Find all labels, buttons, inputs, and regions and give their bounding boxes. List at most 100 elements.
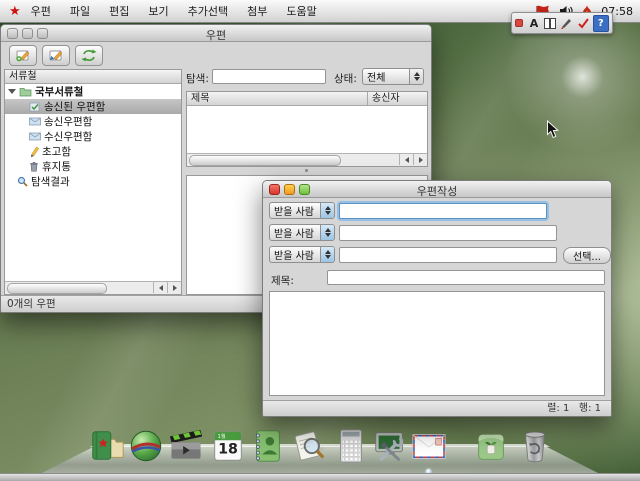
column-position: 렬: 1 <box>547 403 569 414</box>
menu-options[interactable]: 추가선택 <box>188 3 228 19</box>
mail-icon <box>410 426 448 466</box>
message-body-textarea[interactable] <box>269 291 605 396</box>
pen-check-icon <box>577 17 590 29</box>
recipient-type-dropdown-1[interactable]: 받을 사람 <box>269 202 335 219</box>
recipient-type-label: 받을 사람 <box>270 225 320 240</box>
status-filter-label: 상태: <box>334 71 357 86</box>
ink-pen-icon <box>560 17 573 29</box>
dock-file-search[interactable] <box>290 426 328 466</box>
scrollbar-thumb[interactable] <box>7 283 107 294</box>
ime-close-button[interactable] <box>515 19 523 27</box>
calendar-icon: 1월 18 <box>209 426 247 466</box>
tree-item-label: 휴지통 <box>42 159 71 174</box>
recipient-input-1[interactable] <box>339 203 547 219</box>
scrollbar-thumb[interactable] <box>189 155 341 166</box>
recipient-input-3[interactable] <box>339 247 557 263</box>
column-subject[interactable]: 제목 <box>191 92 209 105</box>
ime-help-button[interactable]: ? <box>593 15 609 32</box>
sidebar-horizontal-scrollbar[interactable] <box>5 281 181 294</box>
column-sender[interactable]: 송신자 <box>367 92 400 105</box>
status-filter-dropdown[interactable]: 전체 <box>362 68 424 85</box>
dock-calculator[interactable] <box>332 426 370 466</box>
drafts-pencil-icon <box>29 146 39 158</box>
menu-edit[interactable]: 편집 <box>109 3 129 19</box>
scroll-right-button[interactable] <box>167 282 181 293</box>
tree-item-label: 송신된 우편함 <box>44 99 105 114</box>
dock-address-book[interactable] <box>248 426 286 466</box>
list-horizontal-scrollbar[interactable] <box>187 153 427 166</box>
tree-item-label: 초고함 <box>42 144 71 159</box>
subject-input[interactable] <box>327 270 605 285</box>
sent-mail-icon <box>29 102 41 112</box>
compose-status-bar: 렬: 1 행: 1 <box>263 400 611 416</box>
tree-item-label: 국부서류철 <box>35 84 83 99</box>
menu-mail[interactable]: 우편 <box>31 3 51 19</box>
compose-window: 우편작성 받을 사람 받을 사람 받을 사람 선택... 제목: 렬: 1 행:… <box>262 180 612 417</box>
tree-item-local-folders[interactable]: 국부서류철 <box>5 84 181 99</box>
recipient-input-2[interactable] <box>339 225 557 241</box>
sidebar-header: 서류철 <box>5 70 181 84</box>
dock-system-settings[interactable] <box>371 426 409 466</box>
tree-item-label: 탐색결과 <box>31 174 70 189</box>
dock-mail[interactable] <box>410 426 448 466</box>
tree-item-drafts[interactable]: 초고함 <box>5 144 181 159</box>
dock-media-player[interactable] <box>167 426 205 466</box>
menu-file[interactable]: 파일 <box>70 3 90 19</box>
menu-attach[interactable]: 첨부 <box>247 3 267 19</box>
expander-icon[interactable] <box>8 89 16 94</box>
dock-trash[interactable] <box>516 426 554 466</box>
message-list-header: 제목 송신자 <box>187 92 427 106</box>
file-manager-icon <box>88 426 126 466</box>
new-mail-icon <box>15 49 31 62</box>
tree-item-inbox[interactable]: 수신우편함 <box>5 129 181 144</box>
media-player-icon <box>167 426 205 466</box>
dock-software-box[interactable] <box>472 426 510 466</box>
send-receive-button[interactable] <box>75 45 103 66</box>
trash-icon <box>516 426 554 466</box>
status-filter-value: 전체 <box>363 69 409 84</box>
ime-check-pen-button[interactable] <box>576 16 590 31</box>
dropdown-stepper-icon[interactable] <box>320 203 334 218</box>
scrollbar-arrows <box>153 282 181 294</box>
dock-web-browser[interactable] <box>127 426 165 466</box>
pane-splitter[interactable] <box>186 167 426 174</box>
search-input[interactable] <box>212 69 326 84</box>
red-star-logo-icon[interactable]: ★ <box>9 4 21 19</box>
window-title: 우편작성 <box>263 183 611 199</box>
ime-layout-icon[interactable] <box>543 16 557 31</box>
menu-help[interactable]: 도움말 <box>286 3 316 19</box>
compose-titlebar[interactable]: 우편작성 <box>263 181 611 198</box>
recipient-type-dropdown-2[interactable]: 받을 사람 <box>269 224 335 241</box>
reply-mail-button[interactable] <box>42 45 70 66</box>
dropdown-stepper-icon[interactable] <box>409 69 423 84</box>
web-browser-icon <box>127 426 165 466</box>
software-box-icon <box>472 426 510 466</box>
scrollbar-arrows <box>399 154 427 166</box>
ime-handwriting-button[interactable] <box>560 16 574 31</box>
scroll-left-button[interactable] <box>399 154 413 165</box>
calculator-icon <box>332 426 370 466</box>
mail-toolbar <box>9 45 103 66</box>
compose-mail-button[interactable] <box>9 45 37 66</box>
scroll-right-button[interactable] <box>413 154 427 165</box>
trash-icon <box>29 161 39 172</box>
recipient-type-dropdown-3[interactable]: 받을 사람 <box>269 246 335 263</box>
send-receive-icon <box>81 49 97 62</box>
menu-view[interactable]: 보기 <box>148 3 168 19</box>
input-method-toolbar: A ? <box>511 12 613 34</box>
ime-latin-button[interactable]: A <box>527 16 541 31</box>
tree-item-search-results[interactable]: 탐색결과 <box>5 174 181 189</box>
mail-window-titlebar[interactable]: 우편 <box>1 25 431 42</box>
inbox-icon <box>29 132 41 141</box>
svg-text:18: 18 <box>218 442 238 458</box>
dock-file-manager[interactable] <box>88 426 126 466</box>
tree-item-outbox[interactable]: 송신우편함 <box>5 114 181 129</box>
dropdown-stepper-icon[interactable] <box>320 247 334 262</box>
dropdown-stepper-icon[interactable] <box>320 225 334 240</box>
tree-item-sent-mailbox[interactable]: 송신된 우편함 <box>5 99 181 114</box>
select-recipient-button[interactable]: 선택... <box>563 247 611 264</box>
tree-item-trash[interactable]: 휴지통 <box>5 159 181 174</box>
scroll-left-button[interactable] <box>153 282 167 293</box>
dock-calendar[interactable]: 1월 18 <box>209 426 247 466</box>
tree-item-label: 송신우편함 <box>44 114 92 129</box>
